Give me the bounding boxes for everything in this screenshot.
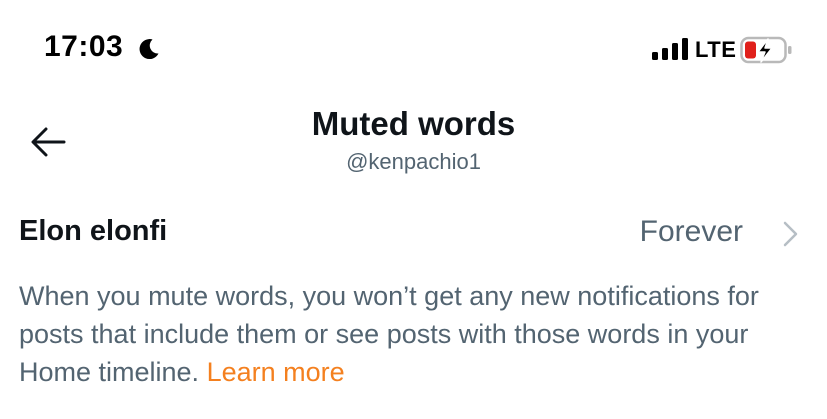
muted-words-description: When you mute words, you won’t get any n… bbox=[19, 277, 819, 391]
mute-duration: Forever bbox=[639, 215, 743, 248]
battery-charging-icon bbox=[740, 36, 792, 64]
page-header: Muted words @kenpachio1 bbox=[0, 100, 827, 195]
page-title: Muted words bbox=[311, 105, 516, 142]
status-time: 17:03 bbox=[44, 30, 124, 63]
status-bar: 17:03 LTE bbox=[0, 0, 827, 100]
muted-word-text: Elon elonfi bbox=[19, 215, 168, 247]
description-text: When you mute words, you won’t get any n… bbox=[19, 281, 759, 387]
moon-icon bbox=[139, 39, 159, 60]
account-handle: @kenpachio1 bbox=[346, 149, 481, 174]
muted-word-row[interactable]: Elon elonfi Forever bbox=[0, 203, 827, 263]
learn-more-link[interactable]: Learn more bbox=[207, 357, 345, 387]
signal-icon bbox=[652, 38, 688, 60]
network-type: LTE bbox=[695, 37, 737, 62]
chevron-right-icon bbox=[783, 221, 798, 247]
